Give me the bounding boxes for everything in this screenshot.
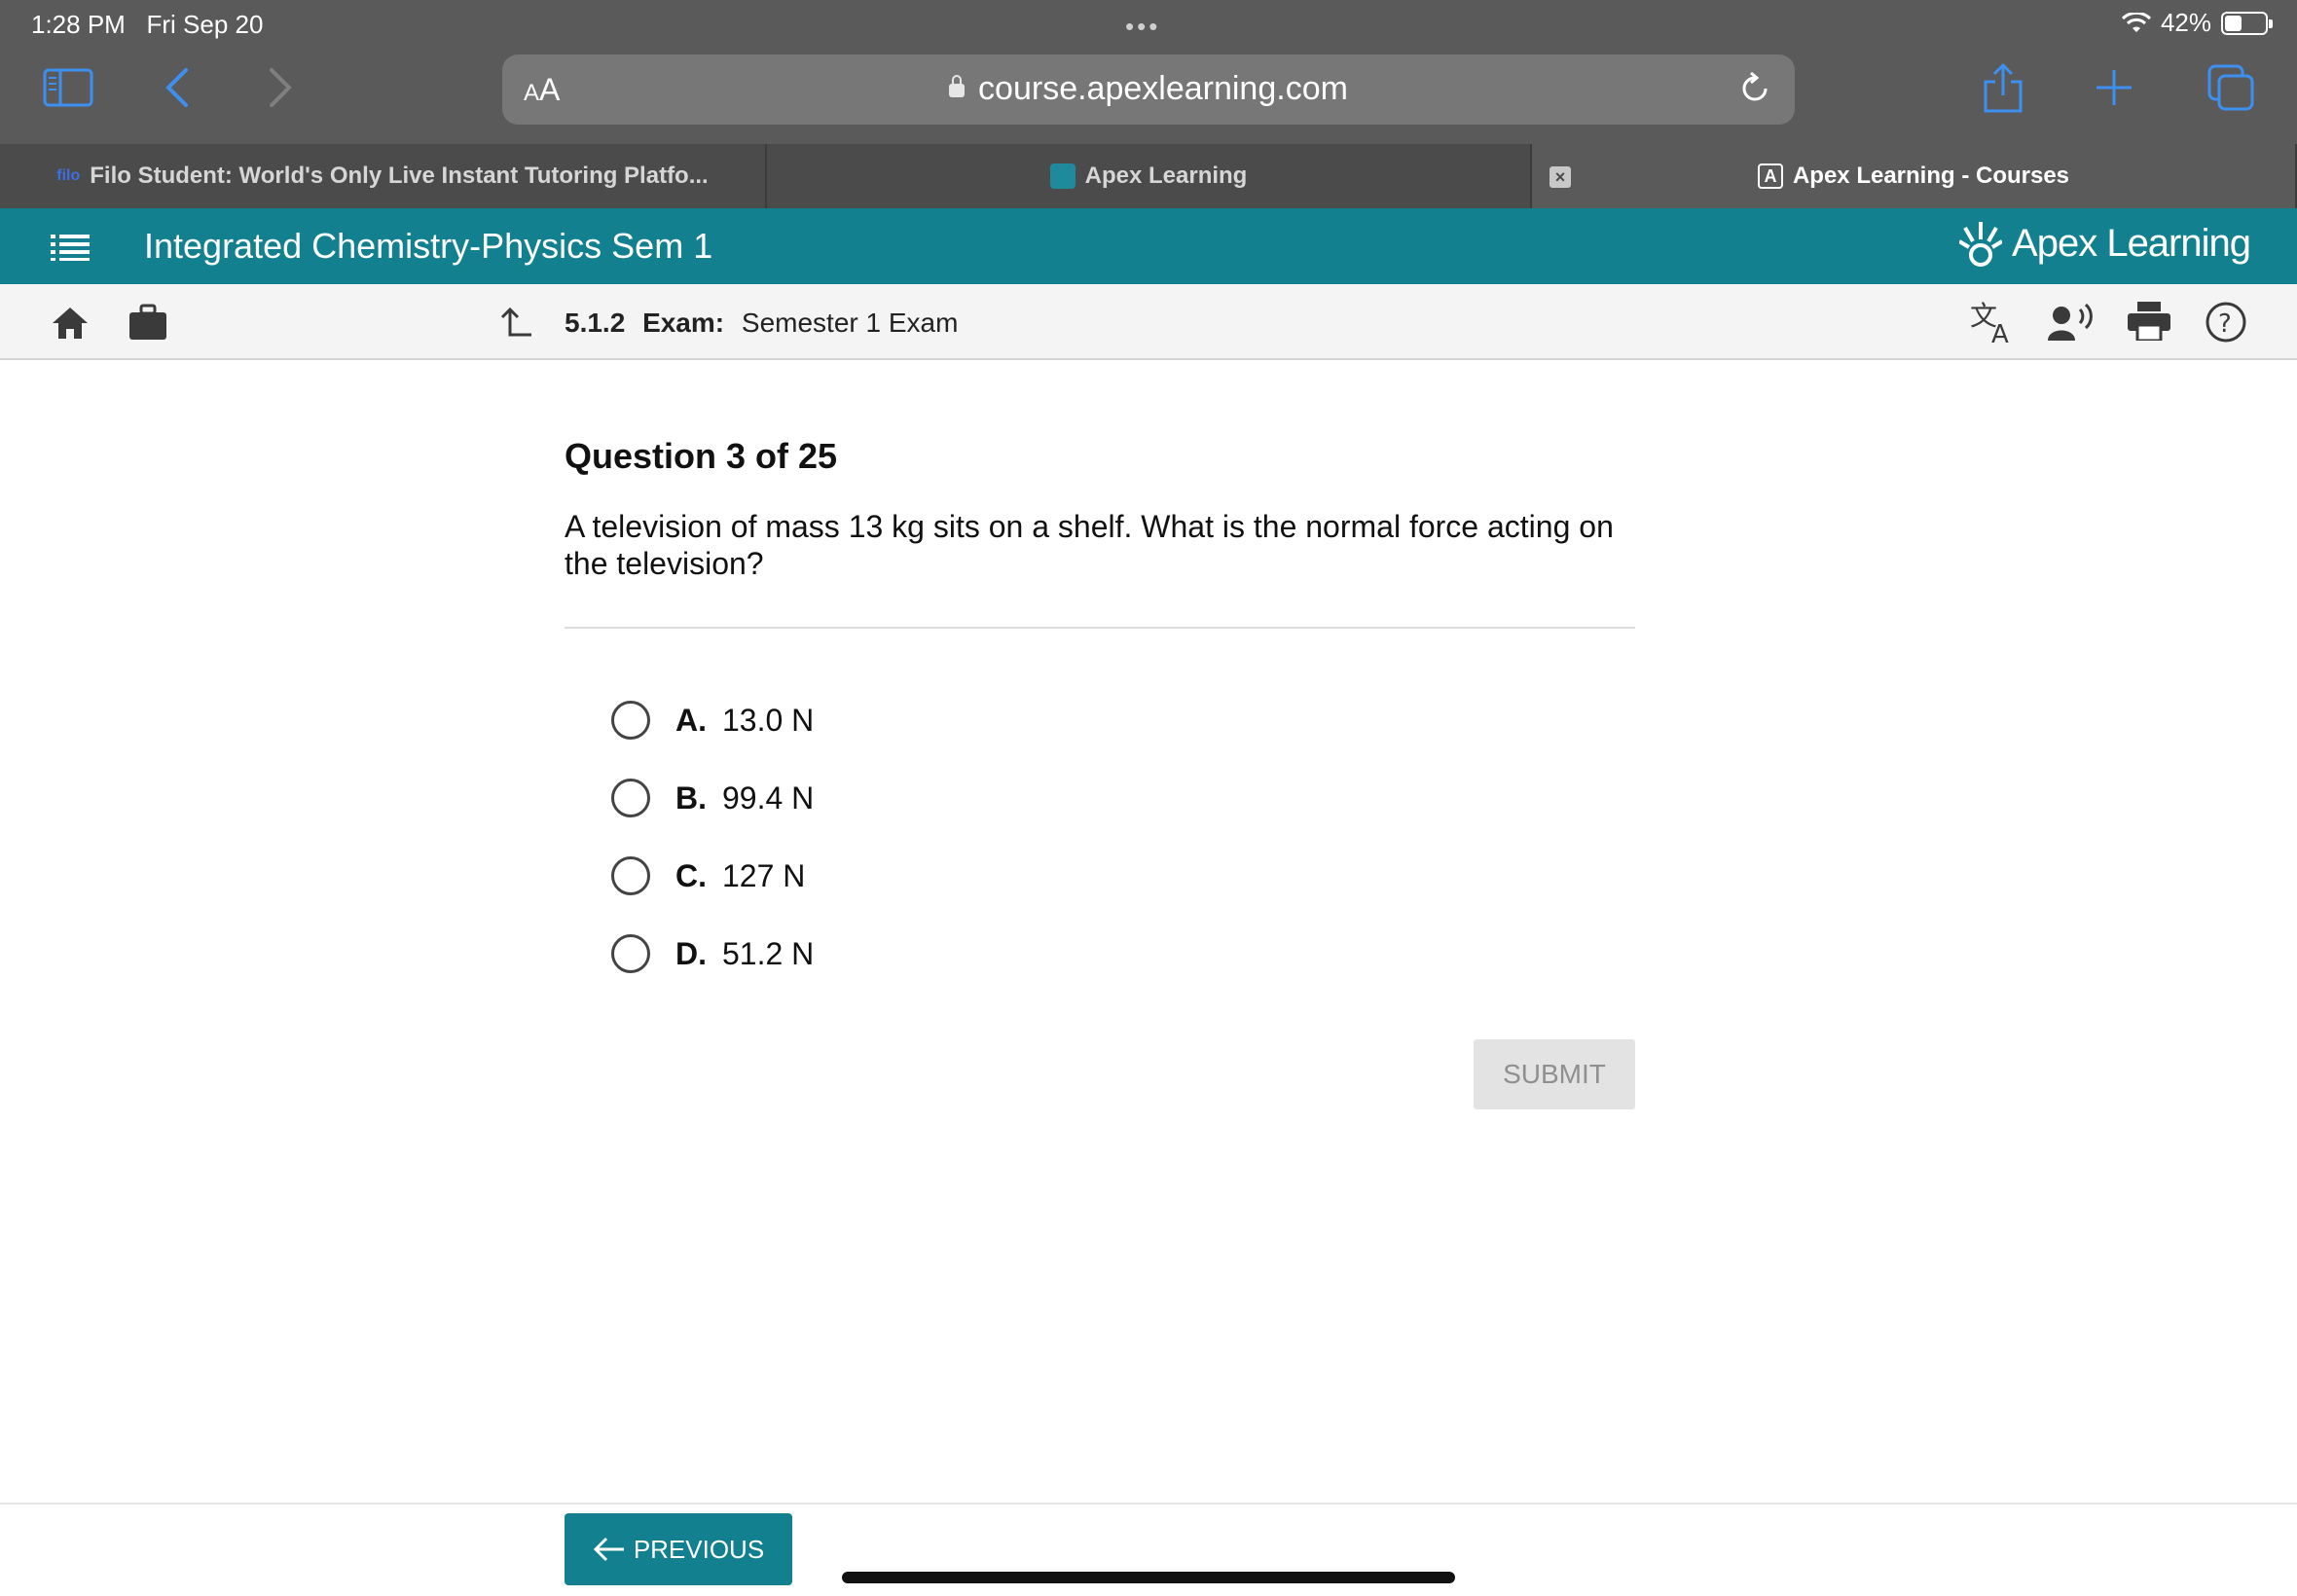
tab-filo[interactable]: filo Filo Student: World's Only Live Ins…	[0, 144, 767, 208]
back-icon[interactable]	[148, 58, 206, 117]
home-indicator[interactable]	[842, 1572, 1455, 1583]
apex-logo: Apex Learning	[1959, 218, 2251, 269]
tabs-icon[interactable]	[2202, 58, 2260, 117]
submit-button[interactable]: SUBMIT	[1474, 1039, 1635, 1109]
sidebar-icon[interactable]	[39, 58, 97, 117]
page: 1:28 PM Fri Sep 20 ••• 42% AA course.ape…	[0, 0, 2297, 1596]
wifi-icon	[2121, 12, 2151, 32]
filo-favicon-icon: filo	[56, 167, 81, 184]
previous-button[interactable]: PREVIOUS	[565, 1513, 792, 1585]
breadcrumb: 5.1.2 Exam: Semester 1 Exam	[565, 308, 959, 338]
close-tab-icon[interactable]: ×	[1550, 166, 1571, 188]
radio-button[interactable]	[611, 934, 650, 973]
new-tab-icon[interactable]	[2085, 58, 2143, 117]
arrow-left-icon	[593, 1537, 624, 1562]
forward-icon[interactable]	[251, 58, 310, 117]
tab-apex-courses[interactable]: A Apex Learning - Courses	[1532, 144, 2297, 208]
option-a[interactable]: A. 13.0 N	[611, 681, 1635, 759]
menu-icon[interactable]	[51, 234, 90, 261]
battery-icon	[2221, 11, 2273, 35]
a-favicon-icon: A	[1757, 163, 1783, 189]
multitasking-dots[interactable]: •••	[1125, 12, 1160, 42]
svg-text:?: ?	[2218, 309, 2232, 339]
option-c[interactable]: C. 127 N	[611, 837, 1635, 915]
activity-toolbar: 5.1.2 Exam: Semester 1 Exam 文A ?	[0, 284, 2297, 360]
divider	[565, 627, 1635, 629]
svg-text:A: A	[1991, 320, 2009, 345]
radio-button[interactable]	[611, 701, 650, 740]
option-d[interactable]: D. 51.2 N	[611, 915, 1635, 993]
reload-icon[interactable]	[1736, 70, 1773, 107]
footer-divider	[0, 1503, 2297, 1505]
apex-favicon-icon	[1049, 163, 1076, 189]
translate-icon[interactable]: 文A	[1970, 300, 2017, 345]
status-right: 42%	[2121, 8, 2273, 38]
browser-chrome: 1:28 PM Fri Sep 20 ••• 42% AA course.ape…	[0, 0, 2297, 144]
home-icon[interactable]	[51, 306, 90, 341]
briefcase-icon[interactable]	[128, 304, 167, 341]
course-header: Integrated Chemistry-Physics Sem 1 Apex …	[0, 208, 2297, 284]
option-b[interactable]: B. 99.4 N	[611, 759, 1635, 837]
radio-button[interactable]	[611, 779, 650, 817]
question-text: A television of mass 13 kg sits on a she…	[565, 509, 1614, 581]
tab-bar: filo Filo Student: World's Only Live Ins…	[0, 144, 2297, 208]
question-heading: Question 3 of 25	[565, 436, 838, 476]
battery-percent: 42%	[2160, 8, 2211, 37]
url-text: course.apexlearning.com	[502, 70, 1795, 108]
help-icon[interactable]: ?	[2206, 302, 2246, 343]
answer-options: A. 13.0 N B. 99.4 N C. 127 N D. 51.2 N	[611, 681, 1635, 993]
lock-icon	[949, 75, 966, 97]
address-bar[interactable]: AA course.apexlearning.com	[502, 54, 1795, 125]
read-aloud-icon[interactable]	[2048, 302, 2095, 343]
tab-apex-learning[interactable]: Apex Learning	[767, 144, 1532, 208]
apex-logo-icon	[1959, 222, 2003, 267]
radio-button[interactable]	[611, 856, 650, 895]
print-icon[interactable]	[2128, 302, 2170, 341]
course-title: Integrated Chemistry-Physics Sem 1	[144, 226, 713, 266]
up-arrow-icon[interactable]	[498, 306, 533, 339]
status-time: 1:28 PM Fri Sep 20	[31, 10, 264, 39]
question-panel: Question 3 of 25 A television of mass 13…	[565, 436, 1635, 993]
share-icon[interactable]	[1974, 58, 2032, 117]
